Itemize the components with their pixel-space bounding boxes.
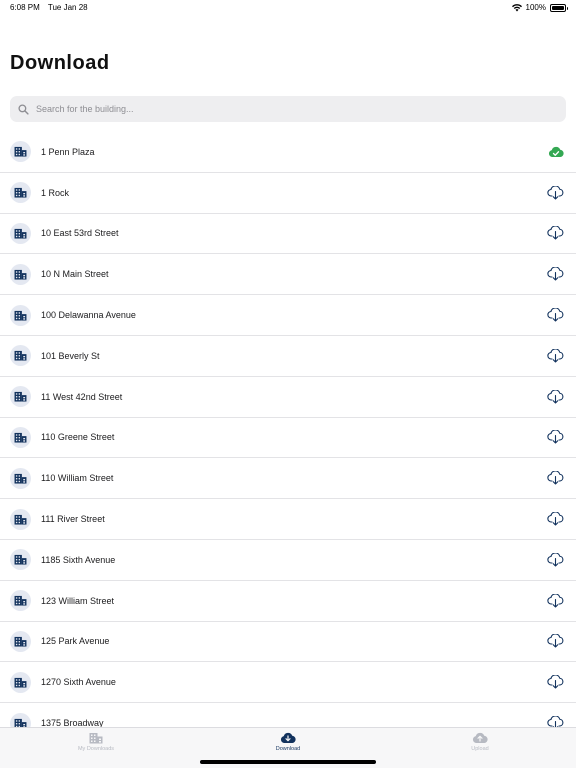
- building-row[interactable]: 10 N Main Street: [0, 254, 576, 296]
- building-row[interactable]: 100 Delawanna Avenue: [0, 295, 576, 336]
- building-name: 1185 Sixth Avenue: [41, 554, 116, 565]
- building-icon: [10, 304, 31, 326]
- building-name: 123 William Street: [41, 595, 115, 606]
- battery-fill: [552, 5, 564, 10]
- cloud-upload-icon: [472, 732, 488, 743]
- tab-my-downloads[interactable]: My Downloads: [36, 732, 156, 752]
- building-icon: [10, 345, 31, 367]
- building-row[interactable]: 1185 Sixth Avenue: [0, 540, 576, 581]
- building-icon: [10, 508, 31, 530]
- battery-percent: 100%: [525, 3, 546, 12]
- status-left: 6:08 PM Tue Jan 28: [10, 3, 94, 12]
- building-row[interactable]: 1375 Broadway: [0, 703, 576, 727]
- status-date: Tue Jan 28: [47, 3, 88, 12]
- building-row[interactable]: 110 William Street: [0, 458, 576, 500]
- building-icon: [10, 467, 31, 489]
- tab-label: Upload: [471, 746, 489, 752]
- building-icon: [10, 141, 31, 163]
- building-name: 110 Greene Street: [41, 432, 115, 443]
- building-row[interactable]: 10 East 53rd Street: [0, 214, 576, 255]
- page-title: Download: [10, 52, 110, 74]
- cloud-download-icon[interactable]: [547, 389, 564, 404]
- building-row[interactable]: 111 River Street: [0, 499, 576, 540]
- building-icon: [10, 549, 31, 571]
- building-row[interactable]: 1270 Sixth Avenue: [0, 662, 576, 704]
- building-icon: [10, 590, 31, 612]
- building-row[interactable]: 110 Greene Street: [0, 418, 576, 459]
- cloud-download-icon[interactable]: [547, 512, 564, 526]
- building-name: 111 River Street: [41, 514, 105, 525]
- building-name: 101 Beverly St: [41, 350, 100, 361]
- building-row[interactable]: 11 West 42nd Street: [0, 377, 576, 418]
- status-right: 100%: [511, 3, 568, 12]
- cloud-download-icon[interactable]: [547, 267, 564, 281]
- building-name: 1270 Sixth Avenue: [41, 677, 116, 688]
- building-icon: [10, 222, 31, 244]
- building-icon: [10, 671, 31, 693]
- building-icon: [10, 630, 31, 652]
- cloud-download-icon[interactable]: [547, 308, 564, 322]
- building-icon: [10, 263, 31, 285]
- building-name: 10 N Main Street: [41, 269, 109, 280]
- building-name: 110 William Street: [41, 473, 114, 484]
- search-input[interactable]: [36, 104, 536, 114]
- cloud-download-icon[interactable]: [547, 634, 564, 649]
- cloud-download-icon[interactable]: [547, 430, 564, 445]
- cloud-download-icon[interactable]: [547, 552, 564, 567]
- search-bar[interactable]: [10, 96, 566, 122]
- cloud-check-icon: [547, 145, 564, 159]
- cloud-download-icon[interactable]: [547, 593, 564, 608]
- home-indicator: [200, 760, 376, 764]
- cloud-download-icon[interactable]: [547, 675, 564, 689]
- building-name: 100 Delawanna Avenue: [41, 310, 136, 321]
- cloud-download-icon: [280, 732, 296, 743]
- building-name: 1 Rock: [41, 187, 70, 198]
- tab-label: My Downloads: [77, 746, 115, 752]
- building-row[interactable]: 1 Rock: [0, 173, 576, 214]
- cloud-download-icon[interactable]: [547, 226, 564, 241]
- building-row[interactable]: 1 Penn Plaza: [0, 132, 576, 173]
- building-name: 10 East 53rd Street: [41, 228, 119, 239]
- cloud-download-icon[interactable]: [547, 185, 564, 200]
- building-icon: [89, 733, 103, 744]
- tab-download[interactable]: Download: [228, 732, 348, 752]
- status-bar: 6:08 PM Tue Jan 28 100%: [0, 0, 576, 16]
- building-row[interactable]: 123 William Street: [0, 581, 576, 622]
- building-list: 1 Penn Plaza 1 Rock 10 East 53rd Street 10 …: [0, 132, 576, 727]
- building-name: 11 West 42nd Street: [41, 391, 123, 402]
- wifi-icon: [511, 3, 522, 11]
- building-name: 125 Park Avenue: [41, 636, 110, 647]
- battery-icon: [550, 3, 568, 12]
- building-name: 1 Penn Plaza: [41, 146, 95, 157]
- building-icon: [10, 182, 31, 204]
- tab-upload[interactable]: Upload: [420, 732, 540, 752]
- building-icon: [10, 426, 31, 448]
- building-icon: [10, 712, 31, 727]
- cloud-download-icon[interactable]: [547, 348, 564, 363]
- building-row[interactable]: 125 Park Avenue: [0, 622, 576, 663]
- tab-label: Download: [275, 746, 301, 752]
- building-icon: [10, 386, 31, 408]
- building-row[interactable]: 101 Beverly St: [0, 336, 576, 377]
- building-name: 1375 Broadway: [41, 718, 104, 727]
- cloud-download-icon[interactable]: [547, 471, 564, 485]
- status-time: 6:08 PM: [10, 3, 40, 12]
- search-icon: [18, 103, 29, 115]
- cloud-download-icon[interactable]: [547, 716, 564, 727]
